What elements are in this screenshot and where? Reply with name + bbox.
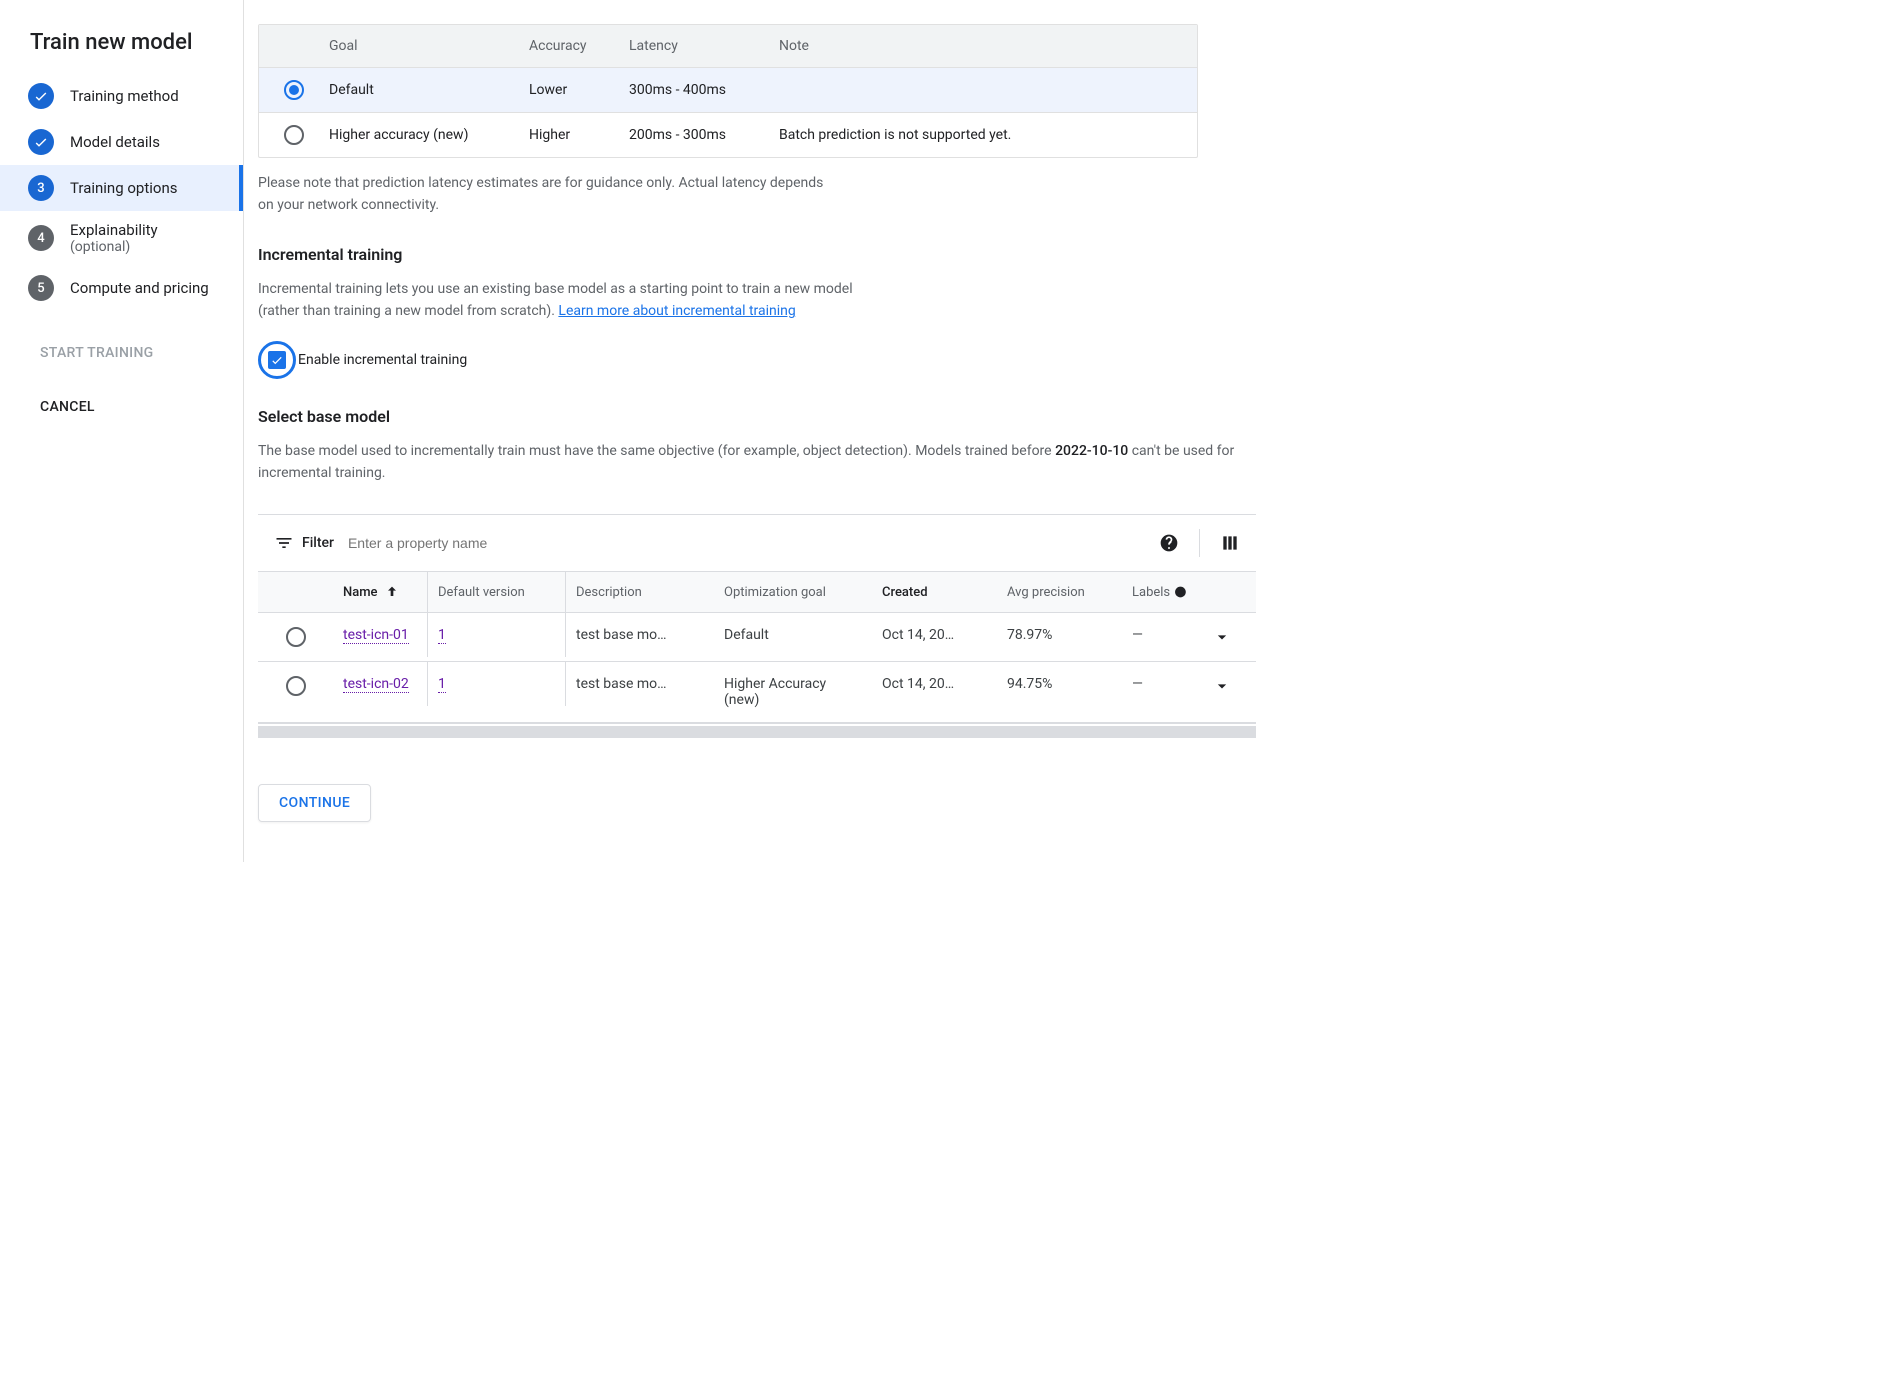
learn-more-link[interactable]: Learn more about incremental training (558, 303, 795, 319)
step-number-icon: 5 (28, 275, 54, 301)
chevron-down-icon (1212, 627, 1232, 647)
goal-row-higher-accuracy[interactable]: Higher accuracy (new) Higher 200ms - 300… (259, 112, 1197, 157)
step-training-options[interactable]: 3 Training options (0, 165, 243, 211)
cancel-button[interactable]: CANCEL (40, 389, 243, 425)
cell-labels: — (1122, 613, 1197, 657)
step-sublabel: (optional) (70, 239, 158, 255)
cell-version[interactable]: 1 (428, 662, 566, 706)
cell-precision: 94.75% (997, 662, 1122, 706)
help-icon (1174, 584, 1187, 600)
filter-bar: Filter (258, 515, 1256, 571)
start-training-button[interactable]: START TRAINING (40, 335, 243, 371)
goal-row-default[interactable]: Default Lower 300ms - 400ms (259, 67, 1197, 112)
cell-optimization: Default (714, 613, 872, 657)
goal-table-header: Goal Accuracy Latency Note (259, 25, 1197, 67)
filter-icon[interactable] (274, 533, 294, 553)
goal-accuracy: Higher (529, 127, 629, 143)
filter-label: Filter (302, 535, 334, 551)
step-label: Model details (70, 133, 160, 151)
select-base-model-body: The base model used to incrementally tra… (258, 440, 1264, 485)
expand-row-button[interactable] (1197, 613, 1247, 661)
col-avg-precision[interactable]: Avg precision (997, 572, 1122, 612)
goal-name: Higher accuracy (new) (329, 127, 529, 143)
cell-description: test base mo… (566, 662, 714, 706)
chevron-down-icon (1212, 676, 1232, 696)
step-label: Training options (70, 179, 177, 197)
radio-checked-icon[interactable] (284, 80, 304, 100)
goal-table: Goal Accuracy Latency Note Default Lower… (258, 24, 1198, 158)
columns-icon[interactable] (1220, 533, 1240, 553)
sidebar: Train new model Training method Model de… (0, 0, 244, 862)
check-icon (28, 129, 54, 155)
arrow-up-icon (384, 584, 400, 600)
goal-latency: 200ms - 300ms (629, 127, 779, 143)
expand-row-button[interactable] (1197, 662, 1247, 710)
radio-unchecked-icon[interactable] (286, 676, 306, 696)
goal-name: Default (329, 82, 529, 98)
cell-created: Oct 14, 20… (872, 662, 997, 706)
latency-footnote: Please note that prediction latency esti… (258, 172, 838, 217)
step-compute-pricing[interactable]: 5 Compute and pricing (0, 265, 243, 311)
models-table-header: Name Default version Description Optimiz… (258, 571, 1256, 613)
col-note: Note (779, 38, 1197, 54)
col-goal: Goal (329, 38, 529, 54)
step-label: Training method (70, 87, 179, 105)
step-number-icon: 4 (28, 225, 54, 251)
col-accuracy: Accuracy (529, 38, 629, 54)
separator (1199, 529, 1200, 557)
check-icon (28, 83, 54, 109)
enable-incremental-label: Enable incremental training (298, 352, 467, 368)
cell-name[interactable]: test-icn-02 (333, 662, 428, 706)
checkbox-focus-ring (258, 341, 296, 379)
step-label: Compute and pricing (70, 279, 209, 297)
table-row[interactable]: test-icn-02 1 test base mo… Higher Accur… (258, 662, 1256, 723)
radio-unchecked-icon[interactable] (284, 125, 304, 145)
goal-latency: 300ms - 400ms (629, 82, 779, 98)
horizontal-scrollbar[interactable] (258, 726, 1256, 738)
continue-button[interactable]: CONTINUE (258, 784, 371, 822)
col-default-version[interactable]: Default version (428, 572, 566, 612)
incremental-training-title: Incremental training (258, 245, 1264, 264)
step-model-details[interactable]: Model details (0, 119, 243, 165)
step-label: Explainability (70, 221, 158, 239)
help-icon[interactable] (1159, 533, 1179, 553)
col-description[interactable]: Description (566, 572, 714, 612)
radio-unchecked-icon[interactable] (286, 627, 306, 647)
col-latency: Latency (629, 38, 779, 54)
cell-labels: — (1122, 662, 1197, 706)
col-labels-label: Labels (1132, 585, 1170, 600)
filter-input[interactable] (348, 535, 1159, 551)
col-created[interactable]: Created (872, 572, 997, 612)
step-explainability[interactable]: 4 Explainability (optional) (0, 211, 243, 265)
cell-description: test base mo… (566, 613, 714, 657)
goal-accuracy: Lower (529, 82, 629, 98)
col-name-label: Name (343, 585, 378, 600)
col-optimization-goal[interactable]: Optimization goal (714, 572, 872, 612)
cell-optimization: Higher Accuracy (new) (714, 662, 872, 722)
incremental-training-body: Incremental training lets you use an exi… (258, 278, 858, 323)
cell-name[interactable]: test-icn-01 (333, 613, 428, 657)
cell-version[interactable]: 1 (428, 613, 566, 657)
step-training-method[interactable]: Training method (0, 73, 243, 119)
table-row[interactable]: test-icn-01 1 test base mo… Default Oct … (258, 613, 1256, 662)
cell-created: Oct 14, 20… (872, 613, 997, 657)
page-title: Train new model (0, 20, 243, 73)
basemodel-body-pre: The base model used to incrementally tra… (258, 443, 1055, 459)
checkbox-checked-icon[interactable] (268, 351, 286, 369)
col-name[interactable]: Name (333, 572, 428, 612)
models-table: Filter Name Default v (258, 514, 1256, 724)
goal-note: Batch prediction is not supported yet. (779, 127, 1197, 143)
step-number-icon: 3 (28, 175, 54, 201)
cell-precision: 78.97% (997, 613, 1122, 657)
select-base-model-title: Select base model (258, 407, 1264, 426)
enable-incremental-checkbox-row[interactable]: Enable incremental training (258, 341, 1264, 379)
basemodel-cutoff-date: 2022-10-10 (1055, 443, 1128, 459)
main-content: Goal Accuracy Latency Note Default Lower… (244, 0, 1264, 862)
col-labels[interactable]: Labels (1122, 572, 1197, 612)
